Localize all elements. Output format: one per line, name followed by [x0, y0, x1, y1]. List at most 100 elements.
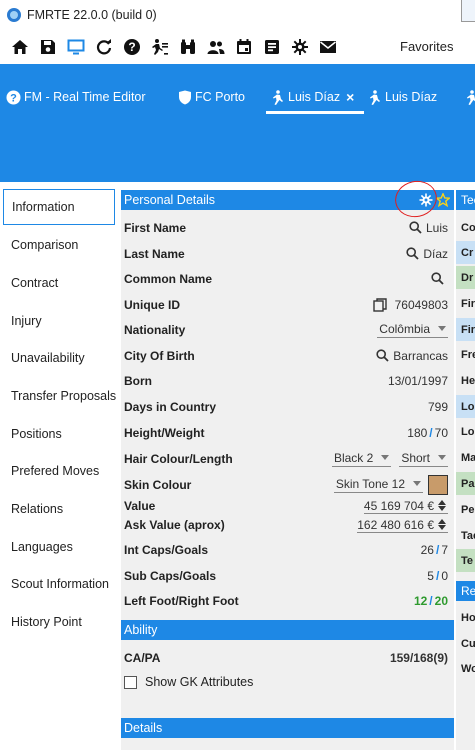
last-name-value[interactable]: Díaz	[406, 247, 448, 261]
attr-cell: Fir	[456, 318, 475, 341]
tab-label: Luis Díaz	[385, 90, 438, 104]
reputation-header: Rep	[456, 581, 475, 601]
field-label: Last Name	[124, 246, 185, 261]
sidebar-item-label: History Point	[11, 615, 82, 629]
sidebar-item-label: Information	[12, 200, 75, 214]
details-header: Details	[121, 718, 454, 738]
sidebar-item-contract[interactable]: Contract	[0, 265, 118, 301]
field-label: Left Foot/Right Foot	[124, 593, 239, 608]
int-caps-value[interactable]: 26 / 7	[421, 543, 448, 557]
binoculars-icon[interactable]	[174, 33, 202, 61]
right-foot-value[interactable]: 20	[435, 594, 448, 608]
first-name-value[interactable]: Luis	[409, 221, 448, 235]
toolbar: ? Favorites	[0, 30, 475, 64]
field-label: Ask Value (aprox)	[124, 518, 225, 532]
mail-icon[interactable]	[314, 33, 342, 61]
people-icon[interactable]	[202, 33, 230, 61]
sidebar-item-transfer-proposals[interactable]: Transfer Proposals	[0, 378, 118, 414]
gear-icon[interactable]	[286, 33, 314, 61]
copy-icon[interactable]	[372, 297, 387, 312]
field-label: Skin Colour	[124, 477, 192, 492]
born-value[interactable]: 13/01/1997	[388, 374, 448, 388]
hair-colour-select[interactable]: Black 2	[331, 451, 392, 467]
refresh-icon[interactable]	[90, 33, 118, 61]
show-gk-attributes[interactable]: Show GK Attributes	[124, 675, 253, 689]
search-icon[interactable]	[431, 272, 444, 285]
field-label: CA/PA	[124, 650, 161, 665]
sidebar-item-relations[interactable]: Relations	[0, 491, 118, 527]
player-icon	[270, 89, 285, 105]
sidebar-item-languages[interactable]: Languages	[0, 529, 118, 565]
sub-caps-text[interactable]: 5	[427, 569, 434, 583]
left-foot-value[interactable]: 12	[414, 594, 427, 608]
ask-value-input[interactable]: 162 480 616 €	[357, 518, 448, 533]
tab-fm-real-time-editor[interactable]: ? FM - Real Time Editor	[6, 86, 146, 108]
sidebar-item-history-point[interactable]: History Point	[0, 604, 118, 640]
search-icon[interactable]	[406, 247, 419, 260]
tab-label: Luis Díaz	[288, 90, 341, 104]
notes-icon[interactable]	[258, 33, 286, 61]
nationality-select[interactable]: Colômbia	[377, 322, 448, 338]
tab-overflow[interactable]	[464, 86, 475, 108]
save-icon[interactable]	[34, 33, 62, 61]
sidebar-item-scout-information[interactable]: Scout Information	[0, 566, 118, 602]
hair-row: Hair Colour/Length Black 2 Short	[121, 446, 454, 471]
born-row: Born 13/01/1997	[121, 368, 454, 393]
capa-value[interactable]: 159/168(9)	[390, 651, 448, 665]
height-weight-value[interactable]: 180 / 70	[407, 426, 448, 440]
skin-colour-swatch[interactable]	[428, 474, 448, 495]
help-icon[interactable]: ?	[118, 33, 146, 61]
search-icon[interactable]	[409, 221, 422, 234]
star-icon[interactable]	[436, 193, 450, 207]
gk-checkbox[interactable]	[124, 675, 137, 689]
sub-goals-text[interactable]: 0	[441, 569, 448, 583]
ask-value-text: 162 480 616 €	[357, 517, 434, 532]
sidebar-item-comparison[interactable]: Comparison	[0, 227, 118, 263]
favorites-menu[interactable]: Favorites	[400, 39, 453, 54]
int-caps-text[interactable]: 26	[421, 543, 434, 557]
technical-header: Tec	[456, 190, 475, 210]
calendar-icon[interactable]	[230, 33, 258, 61]
sub-caps-value[interactable]: 5 / 0	[427, 569, 448, 583]
field-label: First Name	[124, 220, 187, 235]
height-weight-row: Height/Weight 180 / 70	[121, 420, 454, 445]
days-in-country-value[interactable]: 799	[428, 400, 448, 414]
sidebar-item-prefered-moves[interactable]: Prefered Moves	[0, 453, 118, 489]
technical-panel: Tec Co Cr Dr Fir Fir Fre He Lo Lo Ma Pa …	[456, 190, 475, 750]
int-goals-text[interactable]: 7	[441, 543, 448, 557]
separator: /	[435, 542, 440, 557]
first-name-row: First Name Luis	[121, 215, 454, 240]
foot-row: Left Foot/Right Foot 12 / 20	[121, 588, 454, 613]
foot-value[interactable]: 12 / 20	[414, 594, 448, 608]
player-icon[interactable]	[146, 33, 174, 61]
sidebar-item-information[interactable]: Information	[3, 189, 115, 225]
monitor-icon[interactable]	[62, 33, 90, 61]
weight-value[interactable]: 70	[435, 426, 448, 440]
common-name-value[interactable]	[431, 272, 448, 285]
tab-luis-diaz[interactable]: Luis Díaz	[367, 86, 437, 108]
sidebar-item-injury[interactable]: Injury	[0, 303, 118, 339]
last-name-text: Díaz	[423, 246, 448, 261]
tab-close-icon[interactable]: ×	[346, 89, 354, 105]
unique-id-row: Unique ID 76049803	[121, 292, 454, 317]
window-corner	[461, 0, 475, 22]
days-in-country-row: Days in Country 799	[121, 394, 454, 419]
sidebar-item-label: Scout Information	[11, 577, 109, 591]
sub-caps-row: Sub Caps/Goals 5 / 0	[121, 563, 454, 588]
tab-fc-porto[interactable]: FC Porto	[178, 86, 245, 108]
separator: /	[429, 593, 433, 608]
height-value[interactable]: 180	[407, 426, 427, 440]
stepper-icon[interactable]	[438, 519, 446, 530]
search-icon[interactable]	[376, 349, 389, 362]
chevron-down-icon	[381, 455, 390, 460]
sidebar-item-unavailability[interactable]: Unavailability	[0, 340, 118, 376]
value-input[interactable]: 45 169 704 €	[363, 499, 448, 514]
hair-length-select[interactable]: Short	[399, 451, 448, 467]
skin-colour-select[interactable]: Skin Tone 12	[333, 477, 423, 493]
stepper-icon[interactable]	[438, 500, 446, 511]
sidebar-item-positions[interactable]: Positions	[0, 416, 118, 452]
tab-luis-diaz-active[interactable]: Luis Díaz ×	[270, 86, 354, 108]
city-of-birth-value[interactable]: Barrancas	[376, 349, 448, 363]
help-icon: ?	[6, 90, 21, 105]
home-icon[interactable]	[6, 33, 34, 61]
